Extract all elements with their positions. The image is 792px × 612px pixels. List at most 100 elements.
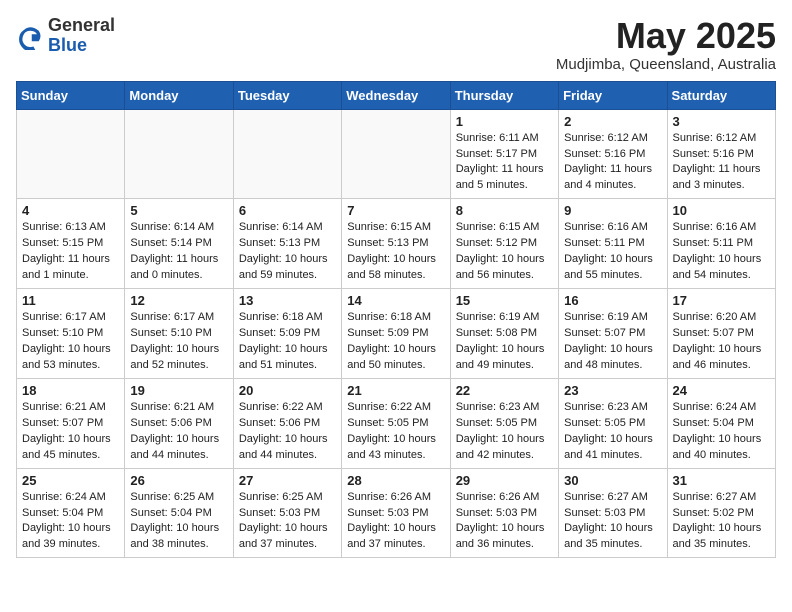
day-number: 24	[673, 383, 770, 398]
day-info: Sunrise: 6:16 AM Sunset: 5:11 PM Dayligh…	[564, 220, 661, 284]
day-info: Sunrise: 6:27 AM Sunset: 5:03 PM Dayligh…	[564, 490, 661, 554]
page-header: General Blue May 2025 Mudjimba, Queensla…	[16, 16, 776, 73]
day-info: Sunrise: 6:24 AM Sunset: 5:04 PM Dayligh…	[673, 400, 770, 464]
day-number: 20	[239, 383, 336, 398]
day-number: 17	[673, 293, 770, 308]
calendar-cell	[233, 109, 341, 199]
week-row-5: 25 Sunrise: 6:24 AM Sunset: 5:04 PM Dayli…	[17, 468, 776, 558]
day-info: Sunrise: 6:21 AM Sunset: 5:07 PM Dayligh…	[22, 400, 119, 464]
week-row-3: 11 Sunrise: 6:17 AM Sunset: 5:10 PM Dayli…	[17, 289, 776, 379]
day-number: 29	[456, 473, 553, 488]
day-number: 14	[347, 293, 444, 308]
day-info: Sunrise: 6:25 AM Sunset: 5:04 PM Dayligh…	[130, 490, 227, 554]
day-info: Sunrise: 6:16 AM Sunset: 5:11 PM Dayligh…	[673, 220, 770, 284]
day-number: 7	[347, 203, 444, 218]
day-info: Sunrise: 6:19 AM Sunset: 5:07 PM Dayligh…	[564, 310, 661, 374]
calendar-cell: 9Sunrise: 6:16 AM Sunset: 5:11 PM Daylig…	[559, 199, 667, 289]
day-number: 1	[456, 114, 553, 129]
week-row-4: 18 Sunrise: 6:21 AM Sunset: 5:07 PM Dayli…	[17, 378, 776, 468]
day-number: 26	[130, 473, 227, 488]
location: Mudjimba, Queensland, Australia	[556, 56, 776, 73]
calendar-cell: 29Sunrise: 6:26 AM Sunset: 5:03 PM Dayli…	[450, 468, 558, 558]
calendar-cell: 11 Sunrise: 6:17 AM Sunset: 5:10 PM Dayli…	[17, 289, 125, 379]
day-info: Sunrise: 6:12 AM Sunset: 5:16 PM Dayligh…	[564, 131, 661, 195]
day-info: Sunrise: 6:15 AM Sunset: 5:13 PM Dayligh…	[347, 220, 444, 284]
day-info: Sunrise: 6:25 AM Sunset: 5:03 PM Dayligh…	[239, 490, 336, 554]
calendar-cell: 28 Sunrise: 6:26 AM Sunset: 5:03 PM Dayli…	[342, 468, 450, 558]
calendar-cell: 30 Sunrise: 6:27 AM Sunset: 5:03 PM Dayli…	[559, 468, 667, 558]
calendar-cell: 22Sunrise: 6:23 AM Sunset: 5:05 PM Dayli…	[450, 378, 558, 468]
logo-general: General	[48, 16, 115, 36]
day-info: Sunrise: 6:22 AM Sunset: 5:06 PM Dayligh…	[239, 400, 336, 464]
calendar-cell: 16 Sunrise: 6:19 AM Sunset: 5:07 PM Dayli…	[559, 289, 667, 379]
weekday-header-wednesday: Wednesday	[342, 81, 450, 109]
day-info: Sunrise: 6:27 AM Sunset: 5:02 PM Dayligh…	[673, 490, 770, 554]
week-row-2: 4 Sunrise: 6:13 AM Sunset: 5:15 PM Daylig…	[17, 199, 776, 289]
day-number: 13	[239, 293, 336, 308]
logo: General Blue	[16, 16, 115, 56]
week-row-1: 1 Sunrise: 6:11 AM Sunset: 5:17 PM Daylig…	[17, 109, 776, 199]
day-number: 4	[22, 203, 119, 218]
weekday-header-thursday: Thursday	[450, 81, 558, 109]
calendar-cell	[342, 109, 450, 199]
calendar-cell	[17, 109, 125, 199]
logo-text: General Blue	[48, 16, 115, 56]
day-number: 25	[22, 473, 119, 488]
weekday-header-sunday: Sunday	[17, 81, 125, 109]
month-title: May 2025	[556, 16, 776, 56]
day-number: 11	[22, 293, 119, 308]
calendar-cell: 10 Sunrise: 6:16 AM Sunset: 5:11 PM Dayli…	[667, 199, 775, 289]
day-number: 30	[564, 473, 661, 488]
day-number: 18	[22, 383, 119, 398]
day-number: 6	[239, 203, 336, 218]
calendar-cell: 21 Sunrise: 6:22 AM Sunset: 5:05 PM Dayli…	[342, 378, 450, 468]
calendar-cell: 8 Sunrise: 6:15 AM Sunset: 5:12 PM Daylig…	[450, 199, 558, 289]
logo-icon	[16, 22, 44, 50]
calendar-cell: 7 Sunrise: 6:15 AM Sunset: 5:13 PM Daylig…	[342, 199, 450, 289]
day-info: Sunrise: 6:26 AM Sunset: 5:03 PM Dayligh…	[347, 490, 444, 554]
day-info: Sunrise: 6:22 AM Sunset: 5:05 PM Dayligh…	[347, 400, 444, 464]
day-info: Sunrise: 6:11 AM Sunset: 5:17 PM Dayligh…	[456, 131, 553, 195]
weekday-header-tuesday: Tuesday	[233, 81, 341, 109]
title-block: May 2025 Mudjimba, Queensland, Australia	[556, 16, 776, 73]
day-info: Sunrise: 6:20 AM Sunset: 5:07 PM Dayligh…	[673, 310, 770, 374]
day-number: 19	[130, 383, 227, 398]
calendar-cell: 1 Sunrise: 6:11 AM Sunset: 5:17 PM Daylig…	[450, 109, 558, 199]
calendar-cell: 20 Sunrise: 6:22 AM Sunset: 5:06 PM Dayli…	[233, 378, 341, 468]
calendar-cell: 5 Sunrise: 6:14 AM Sunset: 5:14 PM Daylig…	[125, 199, 233, 289]
day-info: Sunrise: 6:17 AM Sunset: 5:10 PM Dayligh…	[22, 310, 119, 374]
day-number: 3	[673, 114, 770, 129]
weekday-header-saturday: Saturday	[667, 81, 775, 109]
day-number: 10	[673, 203, 770, 218]
day-number: 16	[564, 293, 661, 308]
day-number: 15	[456, 293, 553, 308]
calendar-cell: 24 Sunrise: 6:24 AM Sunset: 5:04 PM Dayli…	[667, 378, 775, 468]
day-info: Sunrise: 6:13 AM Sunset: 5:15 PM Dayligh…	[22, 220, 119, 284]
calendar-cell: 4 Sunrise: 6:13 AM Sunset: 5:15 PM Daylig…	[17, 199, 125, 289]
day-number: 28	[347, 473, 444, 488]
day-number: 21	[347, 383, 444, 398]
weekday-header-row: SundayMondayTuesdayWednesdayThursdayFrid…	[17, 81, 776, 109]
day-number: 2	[564, 114, 661, 129]
weekday-header-friday: Friday	[559, 81, 667, 109]
day-info: Sunrise: 6:14 AM Sunset: 5:14 PM Dayligh…	[130, 220, 227, 284]
day-number: 23	[564, 383, 661, 398]
day-info: Sunrise: 6:12 AM Sunset: 5:16 PM Dayligh…	[673, 131, 770, 195]
calendar-cell: 18 Sunrise: 6:21 AM Sunset: 5:07 PM Dayli…	[17, 378, 125, 468]
day-info: Sunrise: 6:24 AM Sunset: 5:04 PM Dayligh…	[22, 490, 119, 554]
calendar-cell	[125, 109, 233, 199]
day-info: Sunrise: 6:21 AM Sunset: 5:06 PM Dayligh…	[130, 400, 227, 464]
day-info: Sunrise: 6:15 AM Sunset: 5:12 PM Dayligh…	[456, 220, 553, 284]
day-number: 5	[130, 203, 227, 218]
calendar-cell: 17 Sunrise: 6:20 AM Sunset: 5:07 PM Dayli…	[667, 289, 775, 379]
calendar-cell: 6Sunrise: 6:14 AM Sunset: 5:13 PM Daylig…	[233, 199, 341, 289]
day-number: 31	[673, 473, 770, 488]
day-info: Sunrise: 6:18 AM Sunset: 5:09 PM Dayligh…	[347, 310, 444, 374]
calendar: SundayMondayTuesdayWednesdayThursdayFrid…	[16, 81, 776, 559]
day-number: 12	[130, 293, 227, 308]
calendar-cell: 26 Sunrise: 6:25 AM Sunset: 5:04 PM Dayli…	[125, 468, 233, 558]
day-number: 27	[239, 473, 336, 488]
calendar-cell: 27 Sunrise: 6:25 AM Sunset: 5:03 PM Dayli…	[233, 468, 341, 558]
day-number: 8	[456, 203, 553, 218]
weekday-header-monday: Monday	[125, 81, 233, 109]
